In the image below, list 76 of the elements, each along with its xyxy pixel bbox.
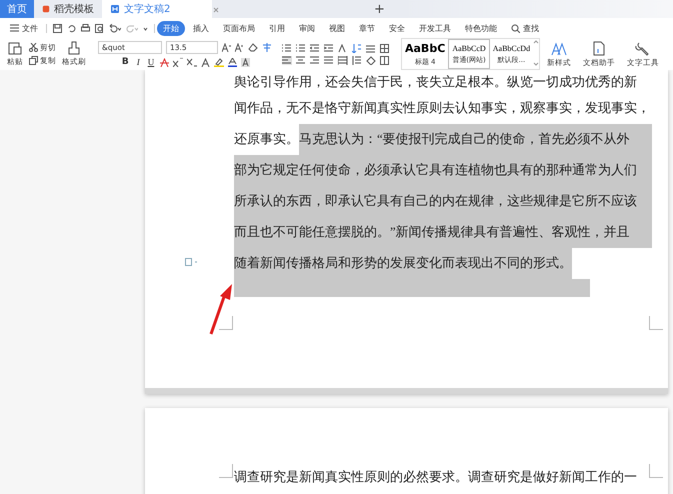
template-icon: [42, 4, 50, 14]
numbered-list-icon[interactable]: [296, 44, 306, 52]
tab[interactable]: 首页: [0, 0, 34, 18]
menu-tab[interactable]: 开发工具: [413, 20, 457, 36]
align-left-icon[interactable]: [282, 56, 292, 64]
char-shading-icon[interactable]: [241, 58, 250, 66]
justify-icon[interactable]: [324, 56, 334, 64]
line-spacing-icon[interactable]: [352, 56, 362, 64]
font-style-icon: [551, 40, 568, 56]
style-sample: AaBbCcDd: [492, 44, 530, 52]
tab[interactable]: 文字文稿2: [102, 0, 212, 18]
menu-tab[interactable]: 视图: [323, 20, 351, 36]
border-icon[interactable]: [380, 56, 390, 64]
italic-button[interactable]: I: [134, 57, 142, 67]
eraser-icon[interactable]: [248, 43, 258, 52]
menu-tab[interactable]: 特色功能: [459, 20, 503, 36]
menu-tab[interactable]: 查找: [505, 20, 545, 36]
new-tab-button[interactable]: +: [370, 0, 389, 18]
menu-tab[interactable]: 审阅: [293, 20, 321, 36]
strikethrough-icon[interactable]: [160, 58, 170, 66]
style-sample: AaBbC: [405, 42, 446, 54]
clipboard-icon: [8, 41, 22, 55]
bullet-list-icon[interactable]: [282, 44, 292, 52]
margin-corner-icon: [219, 464, 233, 478]
undo-icon[interactable]: [109, 24, 121, 32]
scroll-arrows-icon[interactable]: [533, 39, 540, 67]
bold-button[interactable]: B: [120, 57, 131, 67]
font-color-icon[interactable]: [228, 58, 238, 66]
subscript-icon[interactable]: [187, 58, 198, 66]
selected-text: 随着新闻传播格局和形势的发展变化而表现出不同的形式。: [234, 248, 572, 279]
margin-corner-icon: [649, 316, 663, 330]
decrease-indent-icon[interactable]: [310, 44, 320, 52]
print-icon[interactable]: [81, 24, 90, 32]
arrow-icon: [208, 282, 234, 336]
spacing-icon[interactable]: [366, 44, 376, 52]
body-text: 调查研究是新闻真实性原则的必然要求。调查研究是做好新闻工作的一: [234, 469, 637, 486]
search-icon: [511, 24, 520, 32]
wrench-icon: [635, 40, 652, 56]
selected-text: 马克思认为：“要使报刊完成自己的使命，首先必须不从外: [299, 124, 652, 155]
document-icon: [110, 4, 120, 14]
selected-text: 所承认的东西，即承认它具有自己的内在规律，这些规律是它所不应该: [234, 186, 652, 217]
brush-icon: [67, 41, 81, 55]
menu-tab[interactable]: 文件: [4, 20, 44, 36]
sort-icon[interactable]: [352, 44, 362, 52]
body-text: 还原事实。: [234, 131, 299, 148]
shrink-font-icon[interactable]: [235, 43, 244, 52]
menu-tab[interactable]: 章节: [353, 20, 381, 36]
borders-grid-icon[interactable]: [380, 44, 390, 52]
menu-tab[interactable]: 页面布局: [217, 20, 261, 36]
body-text: 舆论引导作用，还会失信于民，丧失立足根本。纵览一切成功优秀的新: [234, 74, 637, 91]
menu-tab[interactable]: 安全: [383, 20, 411, 36]
style-sample: AaBbCcD: [452, 44, 486, 52]
underline-button[interactable]: U: [146, 57, 156, 67]
margin-corner-icon: [219, 316, 233, 330]
align-center-icon[interactable]: [296, 56, 306, 64]
body-text: 闻作品，无不是恪守新闻真实性原则去认知事实，观察事实，发现事实，: [234, 100, 650, 117]
increase-indent-icon[interactable]: [324, 44, 334, 52]
tab[interactable]: 稻壳模板: [34, 0, 102, 18]
align-right-icon[interactable]: [310, 56, 320, 64]
save-icon[interactable]: [53, 24, 62, 32]
distribute-icon[interactable]: [338, 56, 348, 64]
menu-tab[interactable]: 引用: [263, 20, 291, 36]
highlight-icon[interactable]: [214, 58, 224, 66]
grow-font-icon[interactable]: [222, 43, 231, 52]
scissors-icon: [29, 43, 38, 52]
selected-text: 而且也不可能任意摆脱的。”新闻传播规律具有普遍性、客观性，并且: [234, 217, 652, 248]
text-effect-icon[interactable]: [201, 58, 210, 66]
superscript-icon[interactable]: [173, 58, 184, 66]
margin-corner-icon: [649, 464, 663, 478]
menu-icon: [10, 24, 19, 32]
menu-tab[interactable]: 插入: [187, 20, 215, 36]
document-icon: [591, 40, 608, 56]
print-preview-icon[interactable]: [95, 24, 104, 32]
copy-icon: [29, 56, 38, 65]
menu-tab[interactable]: 开始: [157, 20, 185, 36]
selected-text: 部为它规定任何使命，必须承认它具有连植物也具有的那种通常为人们: [234, 155, 652, 186]
